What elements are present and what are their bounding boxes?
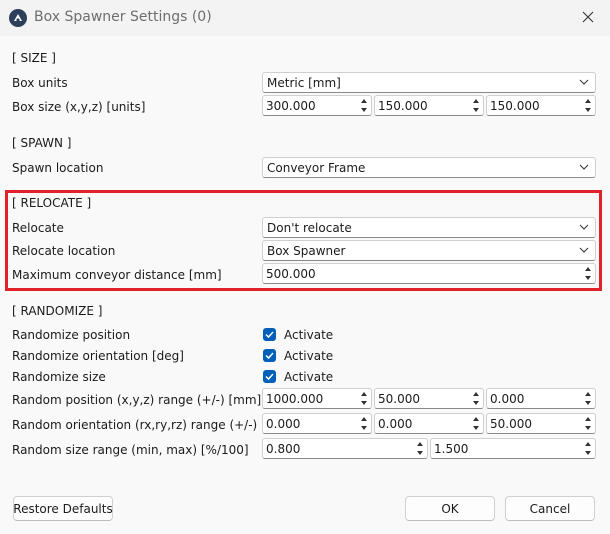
randomize-section-header: [ RANDOMIZE ]: [12, 304, 103, 318]
spin-arrows-icon[interactable]: [357, 389, 371, 408]
relocate-location-combo[interactable]: Box Spawner: [262, 240, 596, 261]
random-size-min-spinbox[interactable]: 0.800: [262, 438, 428, 459]
randomize-position-activate-label[interactable]: Activate: [284, 328, 333, 342]
window-title: Box Spawner Settings (0): [34, 9, 212, 25]
ok-button[interactable]: OK: [405, 496, 495, 521]
size-section-header: [ SIZE ]: [12, 51, 56, 65]
box-units-combo[interactable]: Metric [mm]: [262, 72, 596, 93]
random-position-x-value: 1000.000: [266, 392, 324, 406]
spin-arrows-icon[interactable]: [357, 414, 371, 433]
max-conveyor-distance-label: Maximum conveyor distance [mm]: [12, 268, 222, 282]
box-units-value: Metric [mm]: [267, 76, 341, 90]
max-conveyor-distance-spinbox[interactable]: 500.000: [262, 263, 596, 284]
spin-arrows-icon[interactable]: [469, 414, 483, 433]
spin-arrows-icon[interactable]: [469, 96, 483, 115]
random-orientation-range-label: Random orientation (rx,ry,rz) range (+/-…: [12, 418, 258, 432]
spawn-location-combo[interactable]: Conveyor Frame: [262, 157, 596, 178]
spin-arrows-icon[interactable]: [581, 414, 595, 433]
box-size-y-value: 150.000: [378, 99, 428, 113]
random-orientation-ry-value: 0.000: [378, 417, 413, 431]
spawn-section-header: [ SPAWN ]: [12, 136, 72, 150]
randomize-orientation-label: Randomize orientation [deg]: [12, 349, 184, 363]
randomize-size-activate-label[interactable]: Activate: [284, 370, 333, 384]
box-size-x-spinbox[interactable]: 300.000: [262, 95, 372, 116]
random-orientation-rz-spinbox[interactable]: 50.000: [486, 413, 596, 434]
random-size-min-value: 0.800: [266, 442, 301, 456]
randomize-size-checkbox[interactable]: [263, 370, 276, 383]
box-size-z-value: 150.000: [490, 99, 540, 113]
randomize-position-checkbox[interactable]: [263, 328, 276, 341]
chevron-down-icon: [579, 79, 589, 85]
random-size-range-label: Random size range (min, max) [%/100]: [12, 443, 249, 457]
random-orientation-rx-spinbox[interactable]: 0.000: [262, 413, 372, 434]
random-orientation-rx-value: 0.000: [266, 417, 301, 431]
spin-arrows-icon[interactable]: [581, 389, 595, 408]
box-size-y-spinbox[interactable]: 150.000: [374, 95, 484, 116]
spawn-location-value: Conveyor Frame: [267, 161, 366, 175]
relocate-location-value: Box Spawner: [267, 244, 346, 258]
chevron-down-icon: [579, 224, 589, 230]
box-units-label: Box units: [12, 76, 68, 90]
random-size-max-spinbox[interactable]: 1.500: [430, 438, 596, 459]
app-logo-icon: [9, 9, 27, 27]
max-conveyor-distance-value: 500.000: [266, 267, 316, 281]
spin-arrows-icon[interactable]: [581, 264, 595, 283]
chevron-down-icon: [579, 247, 589, 253]
relocate-location-label: Relocate location: [12, 244, 116, 258]
spin-arrows-icon[interactable]: [581, 439, 595, 458]
randomize-size-label: Randomize size: [12, 370, 106, 384]
spin-arrows-icon[interactable]: [357, 96, 371, 115]
random-size-max-value: 1.500: [434, 442, 469, 456]
random-position-y-spinbox[interactable]: 50.000: [374, 388, 484, 409]
random-position-z-spinbox[interactable]: 0.000: [486, 388, 596, 409]
relocate-combo[interactable]: Don't relocate: [262, 217, 596, 238]
dialog-body: [ SIZE ] Box units Metric [mm] Box size …: [0, 36, 610, 534]
spin-arrows-icon[interactable]: [469, 389, 483, 408]
randomize-orientation-activate-label[interactable]: Activate: [284, 349, 333, 363]
checkmark-icon: [265, 331, 274, 339]
box-size-x-value: 300.000: [266, 99, 316, 113]
randomize-position-label: Randomize position: [12, 328, 131, 342]
random-position-z-value: 0.000: [490, 392, 525, 406]
randomize-orientation-checkbox[interactable]: [263, 349, 276, 362]
random-position-y-value: 50.000: [378, 392, 420, 406]
random-position-range-label: Random position (x,y,z) range (+/-) [mm]: [12, 393, 262, 407]
spin-arrows-icon[interactable]: [413, 439, 427, 458]
close-button[interactable]: [570, 2, 606, 32]
close-icon: [582, 11, 594, 23]
checkmark-icon: [265, 373, 274, 381]
random-orientation-rz-value: 50.000: [490, 417, 532, 431]
relocate-section-header: [ RELOCATE ]: [12, 196, 92, 210]
spawn-location-label: Spawn location: [12, 161, 104, 175]
cancel-button[interactable]: Cancel: [505, 496, 595, 521]
random-orientation-ry-spinbox[interactable]: 0.000: [374, 413, 484, 434]
chevron-down-icon: [579, 164, 589, 170]
checkmark-icon: [265, 352, 274, 360]
random-position-x-spinbox[interactable]: 1000.000: [262, 388, 372, 409]
restore-defaults-button[interactable]: Restore Defaults: [13, 496, 113, 521]
title-bar: Box Spawner Settings (0): [0, 0, 610, 36]
box-size-label: Box size (x,y,z) [units]: [12, 100, 146, 114]
spin-arrows-icon[interactable]: [581, 96, 595, 115]
box-size-z-spinbox[interactable]: 150.000: [486, 95, 596, 116]
relocate-value: Don't relocate: [267, 221, 352, 235]
relocate-label: Relocate: [12, 221, 64, 235]
